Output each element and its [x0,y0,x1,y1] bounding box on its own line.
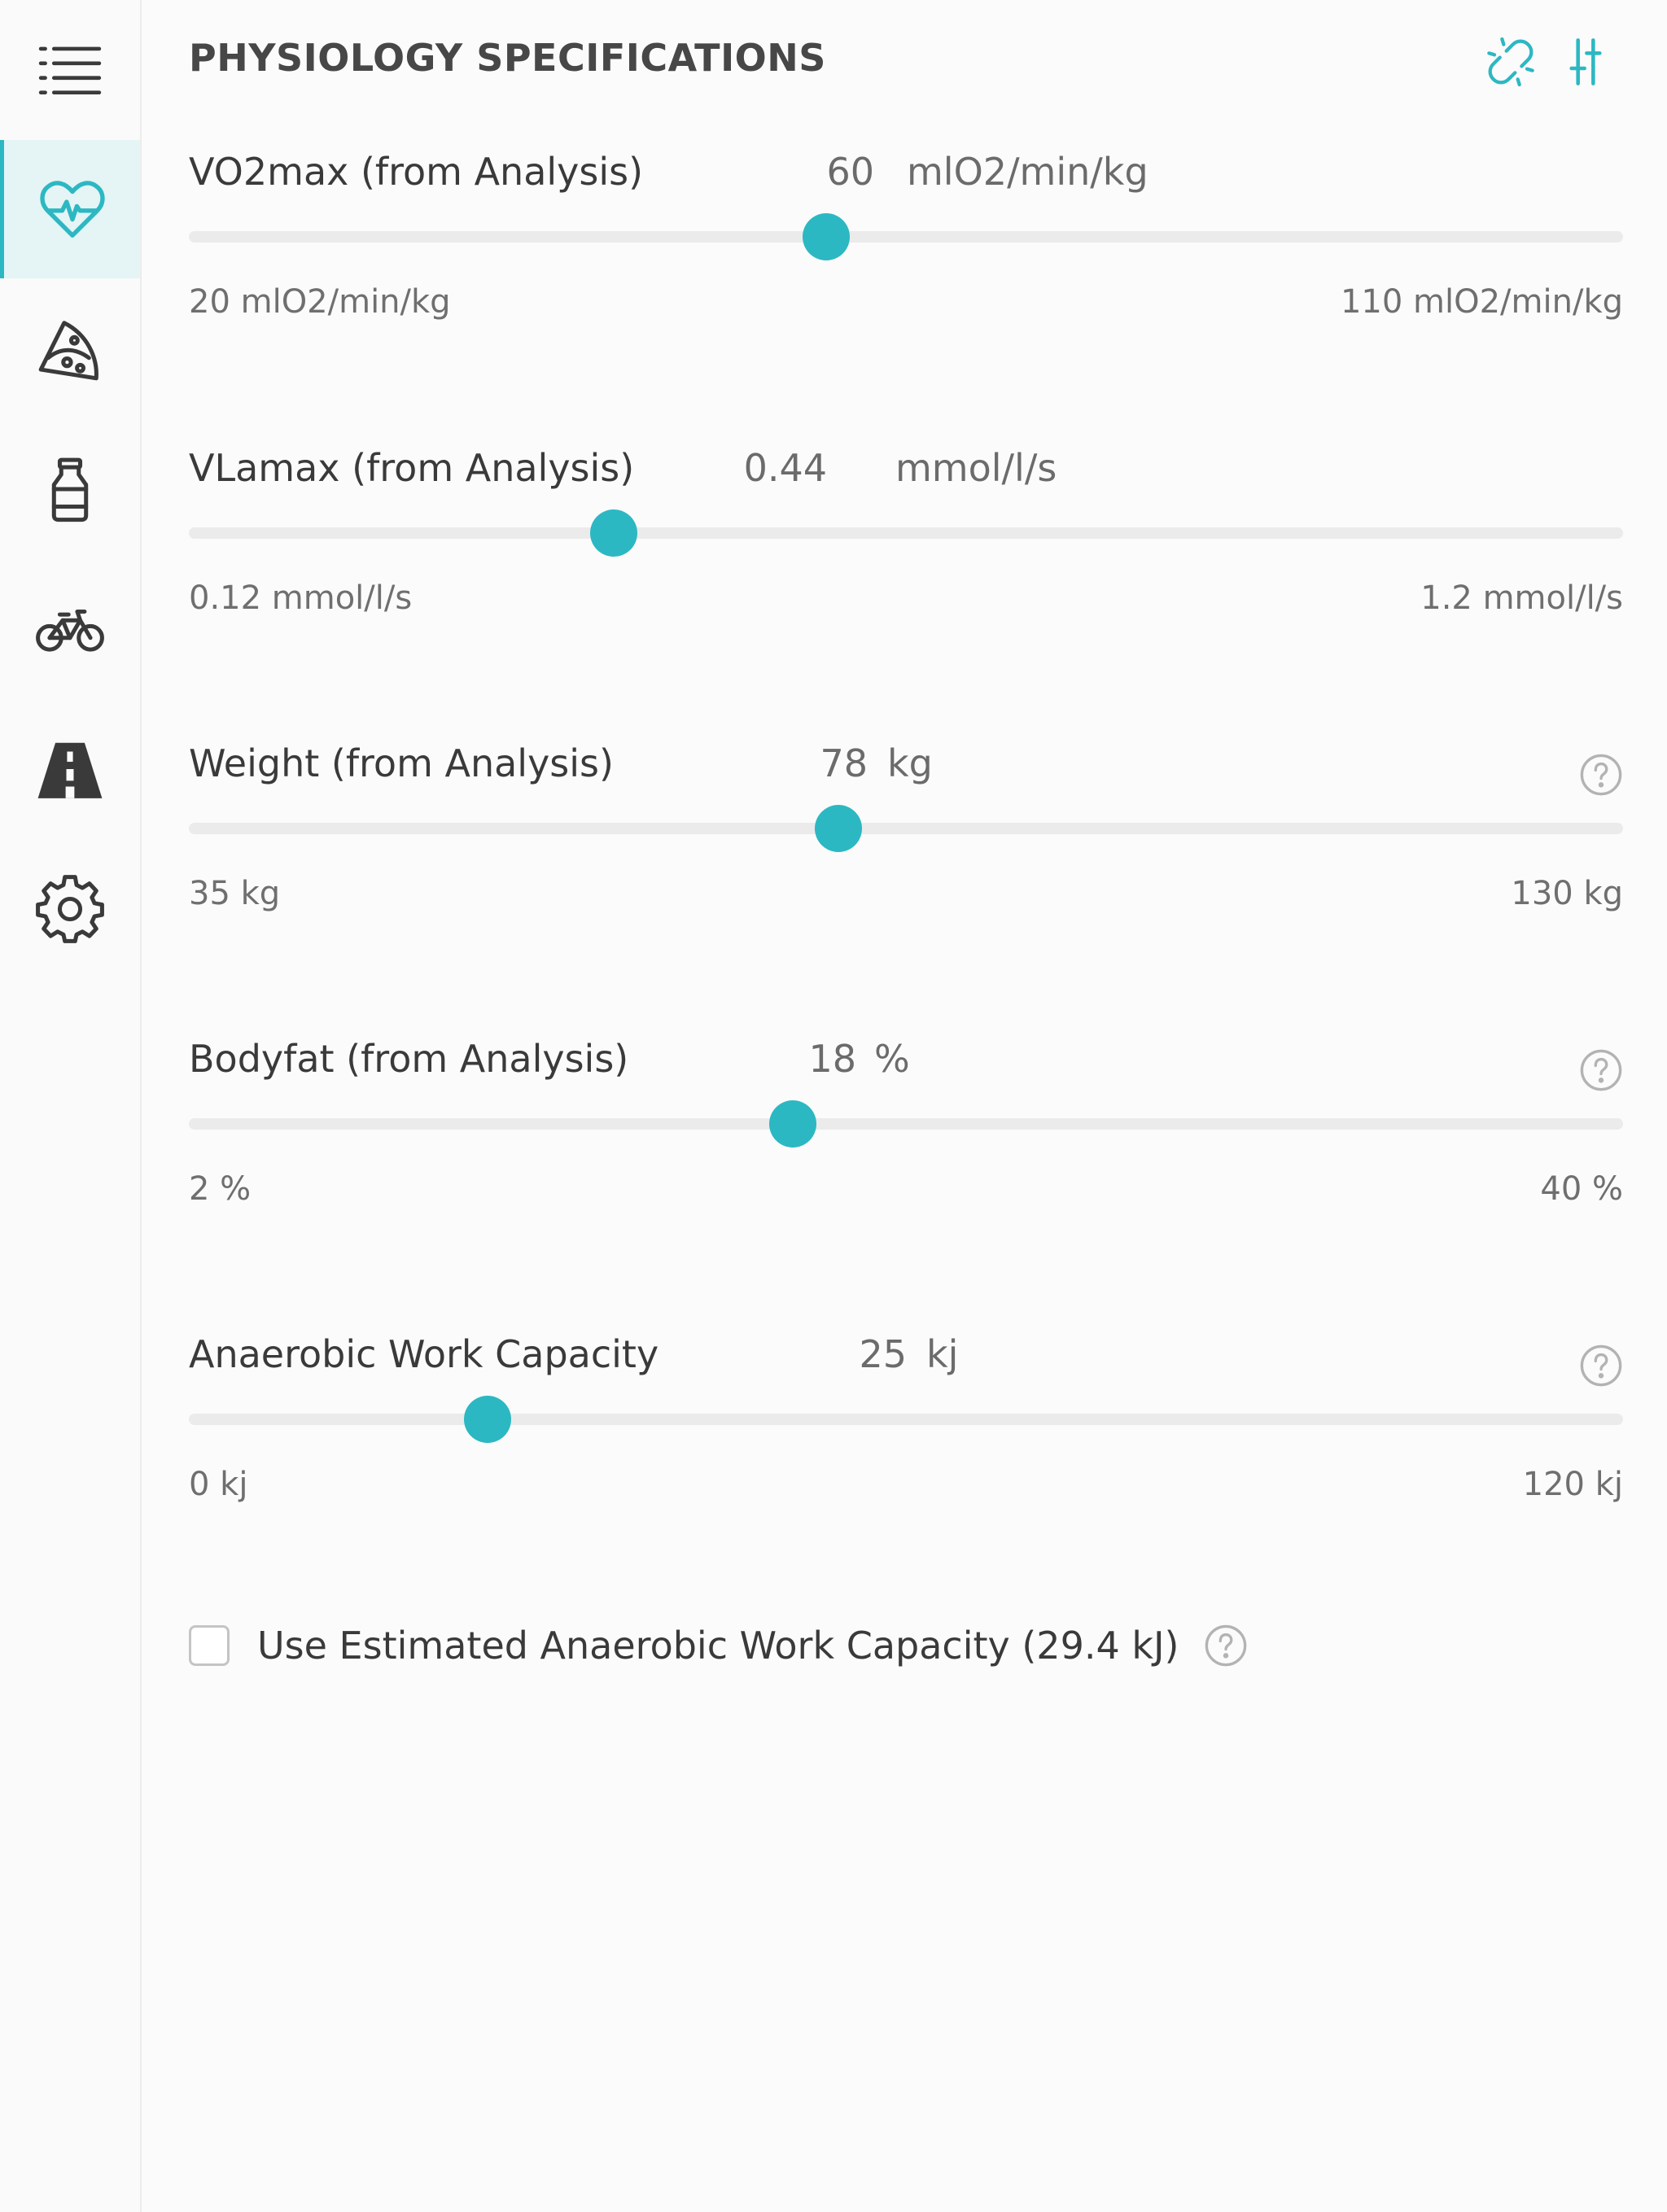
param-anaerobic-work-capacity: Anaerobic Work Capacity 25 kj 0 kj 120 k… [189,1332,1623,1576]
slider-track[interactable] [189,1100,1623,1148]
sidebar [0,0,142,2212]
range-max-label: 1.2 mmol/l/s [1420,579,1623,617]
param-value[interactable]: 60 [711,150,874,194]
param-unit: % [874,1037,910,1081]
road-icon [37,742,103,798]
sidebar-item-bike[interactable] [0,560,140,698]
slider-track[interactable] [189,805,1623,852]
main-panel: PHYSIOLOGY SPECIFICATIONS VO2max (from A… [142,0,1667,2212]
range-min-label: 20 mlO2/min/kg [189,283,451,321]
range-min-label: 35 kg [189,875,281,912]
help-button[interactable] [1204,1624,1248,1668]
slider-track[interactable] [189,213,1623,260]
param-unit: kj [926,1332,959,1376]
param-value[interactable]: 18 [693,1037,856,1081]
range-min-label: 2 % [189,1170,252,1208]
param-vlamax: VLamax (from Analysis) 0.44 mmol/l/s 0.1… [189,446,1623,690]
help-circle-icon [1580,1049,1622,1091]
slider-thumb[interactable] [590,509,638,557]
param-value[interactable]: 25 [744,1332,907,1376]
range-max-label: 120 kj [1522,1466,1623,1503]
slider-thumb[interactable] [768,1100,816,1148]
slider-track[interactable] [189,509,1623,557]
heart-pulse-icon [39,181,105,238]
param-unit: mmol/l/s [895,446,1057,490]
sidebar-item-menu[interactable] [0,0,140,138]
help-button[interactable] [1579,1344,1623,1388]
help-button[interactable] [1579,753,1623,797]
range-min-label: 0 kj [189,1466,248,1503]
param-label: Anaerobic Work Capacity [189,1332,659,1376]
param-unit: mlO2/min/kg [907,150,1149,194]
unlink-button[interactable] [1485,36,1537,88]
param-weight: Weight (from Analysis) 78 kg 35 kg 130 k… [189,741,1623,986]
sidebar-item-settings[interactable] [0,840,140,978]
param-bodyfat: Bodyfat (from Analysis) 18 % 2 % 40 % [189,1037,1623,1281]
bicycle-icon [36,609,104,652]
sidebar-item-course[interactable] [0,700,140,838]
help-button[interactable] [1579,1048,1623,1092]
estimate-awc-row: Use Estimated Anaerobic Work Capacity (2… [189,1621,1248,1670]
help-circle-icon [1580,754,1622,796]
page-title: PHYSIOLOGY SPECIFICATIONS [189,36,826,80]
menu-list-icon [38,46,102,94]
param-label: Weight (from Analysis) [189,741,614,785]
gear-icon [36,875,104,943]
sidebar-item-physiology[interactable] [0,140,140,278]
range-min-label: 0.12 mmol/l/s [189,579,413,617]
unlink-icon [1487,37,1534,87]
param-label: VLamax (from Analysis) [189,446,635,490]
slider-thumb[interactable] [464,1396,512,1443]
range-max-label: 40 % [1540,1170,1623,1208]
slider-thumb[interactable] [814,805,862,852]
sliders-icon [1569,38,1602,85]
help-circle-icon [1205,1624,1246,1667]
sidebar-item-nutrition[interactable] [0,280,140,418]
estimate-awc-label[interactable]: Use Estimated Anaerobic Work Capacity (2… [257,1624,1179,1668]
estimate-awc-checkbox[interactable] [189,1625,230,1666]
bottle-icon [51,457,89,522]
slider-thumb[interactable] [803,213,851,260]
help-circle-icon [1580,1344,1622,1387]
adjust-sliders-button[interactable] [1560,36,1612,88]
range-max-label: 110 mlO2/min/kg [1340,283,1623,321]
slider-track[interactable] [189,1396,1623,1443]
param-value[interactable]: 0.44 [664,446,827,490]
range-max-label: 130 kg [1511,875,1623,912]
param-label: VO2max (from Analysis) [189,150,644,194]
param-label: Bodyfat (from Analysis) [189,1037,629,1081]
param-unit: kg [887,741,933,785]
sidebar-item-hydration[interactable] [0,420,140,558]
pizza-slice-icon [38,321,98,381]
param-value[interactable]: 78 [705,741,868,785]
param-vo2max: VO2max (from Analysis) 60 mlO2/min/kg 20… [189,150,1623,394]
app: PHYSIOLOGY SPECIFICATIONS VO2max (from A… [0,0,1667,2212]
